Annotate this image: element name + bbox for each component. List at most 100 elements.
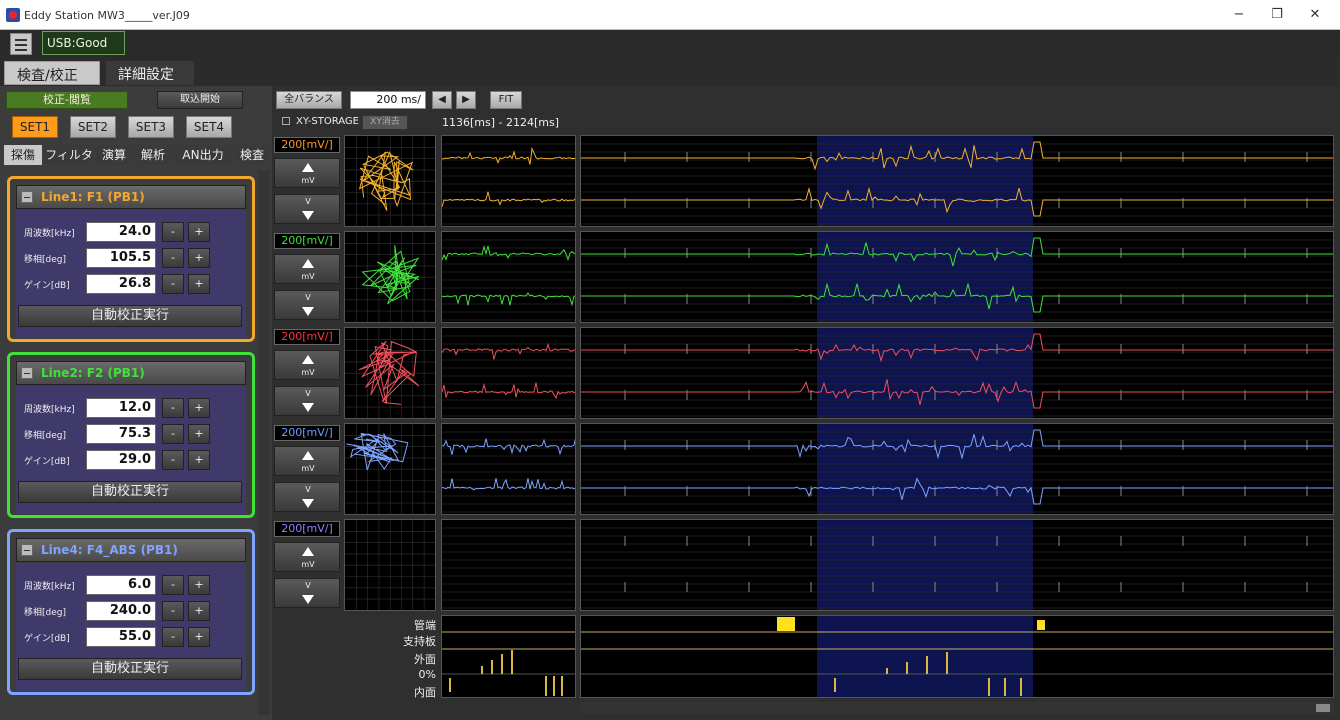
calibration-view-button[interactable]: 校正-閲覧: [6, 91, 128, 109]
phase-field[interactable]: 105.5: [86, 248, 156, 268]
channel1-up-button[interactable]: mV: [274, 158, 340, 188]
down-arrow-icon: [302, 499, 314, 508]
gain-minus-button[interactable]: -: [162, 627, 184, 647]
channel4-up-button[interactable]: mV: [274, 446, 340, 476]
xy-storage-checkbox[interactable]: XY-STORAGE: [282, 116, 359, 127]
phase-plus-button[interactable]: +: [188, 601, 210, 621]
fit-button[interactable]: FIT: [490, 91, 522, 109]
freq-plus-button[interactable]: +: [188, 222, 210, 242]
gain-minus-button[interactable]: -: [162, 450, 184, 470]
subtab-inspection[interactable]: 検査: [234, 145, 270, 165]
up-arrow-icon: [302, 163, 314, 172]
panel-title: Line4: F4_ABS (PB1): [41, 543, 178, 557]
left-panel-scrollbar[interactable]: [258, 170, 270, 715]
set3-button[interactable]: SET3: [128, 116, 174, 138]
time-scale-field[interactable]: 200 ms/: [350, 91, 426, 109]
app-logo-icon: [6, 8, 20, 22]
gain-field[interactable]: 55.0: [86, 627, 156, 647]
gain-plus-button[interactable]: +: [188, 627, 210, 647]
freq-minus-button[interactable]: -: [162, 398, 184, 418]
auto-calibrate-button[interactable]: 自動校正実行: [18, 305, 242, 327]
channel3-up-button[interactable]: mV: [274, 350, 340, 380]
horizontal-scrollbar[interactable]: [580, 702, 1334, 714]
channel3-down-button[interactable]: V: [274, 386, 340, 416]
channel2-down-button[interactable]: V: [274, 290, 340, 320]
panel-title: Line1: F1 (PB1): [41, 190, 145, 204]
freq-field[interactable]: 6.0: [86, 575, 156, 595]
subtab-calc[interactable]: 演算: [96, 145, 132, 165]
subtab-filter[interactable]: フィルタ: [44, 145, 94, 165]
set4-button[interactable]: SET4: [186, 116, 232, 138]
phase-field[interactable]: 75.3: [86, 424, 156, 444]
down-arrow-icon: [302, 403, 314, 412]
tab-inspection-calibration[interactable]: 検査/校正: [4, 61, 100, 85]
app-header: [0, 30, 1340, 58]
phase-label: 移相[deg]: [24, 431, 66, 441]
subtab-analysis[interactable]: 解析: [134, 145, 172, 165]
down-arrow-label: V: [305, 293, 311, 302]
auto-calibrate-button[interactable]: 自動校正実行: [18, 658, 242, 680]
up-arrow-icon: [302, 451, 314, 460]
up-arrow-label: mV: [301, 560, 315, 569]
up-arrow-icon: [302, 259, 314, 268]
collapse-icon[interactable]: [21, 367, 33, 379]
set1-button[interactable]: SET1: [12, 116, 58, 138]
title-bar: Eddy Station MW3_____ver.J09 − ❐ ✕: [0, 0, 1340, 30]
channel2-up-button[interactable]: mV: [274, 254, 340, 284]
phase-minus-button[interactable]: -: [162, 601, 184, 621]
freq-minus-button[interactable]: -: [162, 222, 184, 242]
channel5-down-button[interactable]: V: [274, 578, 340, 608]
phase-field[interactable]: 240.0: [86, 601, 156, 621]
panel-header: Line1: F1 (PB1): [16, 185, 246, 209]
channel4-down-button[interactable]: V: [274, 482, 340, 512]
panel-title: Line2: F2 (PB1): [41, 366, 145, 380]
checkbox-icon[interactable]: [282, 117, 290, 125]
close-button[interactable]: ✕: [1298, 4, 1332, 26]
minimize-button[interactable]: −: [1222, 4, 1256, 26]
xy-clear-button[interactable]: XY消去: [362, 115, 408, 130]
phase-minus-button[interactable]: -: [162, 424, 184, 444]
phase-plus-button[interactable]: +: [188, 248, 210, 268]
freq-plus-button[interactable]: +: [188, 575, 210, 595]
freq-field[interactable]: 12.0: [86, 398, 156, 418]
channel1-down-button[interactable]: V: [274, 194, 340, 224]
all-balance-button[interactable]: 全バランス: [276, 91, 342, 109]
channel3-scale-label: 200[mV/]: [274, 329, 340, 345]
strip-main-svg: [581, 616, 1333, 697]
freq-plus-button[interactable]: +: [188, 398, 210, 418]
freq-field[interactable]: 24.0: [86, 222, 156, 242]
tube-end-marker: [1037, 620, 1045, 630]
freq-label: 周波数[kHz]: [24, 229, 75, 239]
channel5-up-button[interactable]: mV: [274, 542, 340, 572]
phase-row: 移相[deg] 75.3 - +: [16, 424, 246, 444]
gain-field[interactable]: 29.0: [86, 450, 156, 470]
gain-field[interactable]: 26.8: [86, 274, 156, 294]
phase-plus-button[interactable]: +: [188, 424, 210, 444]
restore-button[interactable]: ❐: [1260, 4, 1294, 26]
gain-plus-button[interactable]: +: [188, 274, 210, 294]
subtab-an-output[interactable]: AN出力: [174, 145, 232, 165]
tab-detail-settings[interactable]: 詳細設定: [106, 61, 194, 85]
channel2-scale-label: 200[mV/]: [274, 233, 340, 249]
set2-button[interactable]: SET2: [70, 116, 116, 138]
collapse-icon[interactable]: [21, 191, 33, 203]
freq-minus-button[interactable]: -: [162, 575, 184, 595]
prev-arrow-icon[interactable]: ◀: [432, 91, 452, 109]
subtab-flaw-detection[interactable]: 探傷: [4, 145, 42, 165]
scroll-thumb[interactable]: [1316, 704, 1330, 712]
auto-calibrate-button[interactable]: 自動校正実行: [18, 481, 242, 503]
gain-plus-button[interactable]: +: [188, 450, 210, 470]
gain-row: ゲイン[dB] 26.8 - +: [16, 274, 246, 294]
gain-label: ゲイン[dB]: [24, 457, 70, 467]
freq-row: 周波数[kHz] 24.0 - +: [16, 222, 246, 242]
hamburger-menu-icon[interactable]: [10, 33, 32, 55]
next-arrow-icon[interactable]: ▶: [456, 91, 476, 109]
start-capture-button[interactable]: 取込開始: [157, 91, 243, 109]
up-arrow-label: mV: [301, 272, 315, 281]
phase-row: 移相[deg] 105.5 - +: [16, 248, 246, 268]
collapse-icon[interactable]: [21, 544, 33, 556]
gain-minus-button[interactable]: -: [162, 274, 184, 294]
channel1-scale-label: 200[mV/]: [274, 137, 340, 153]
phase-minus-button[interactable]: -: [162, 248, 184, 268]
line4-panel: Line4: F4_ABS (PB1) 周波数[kHz] 6.0 - + 移相[…: [7, 529, 255, 695]
